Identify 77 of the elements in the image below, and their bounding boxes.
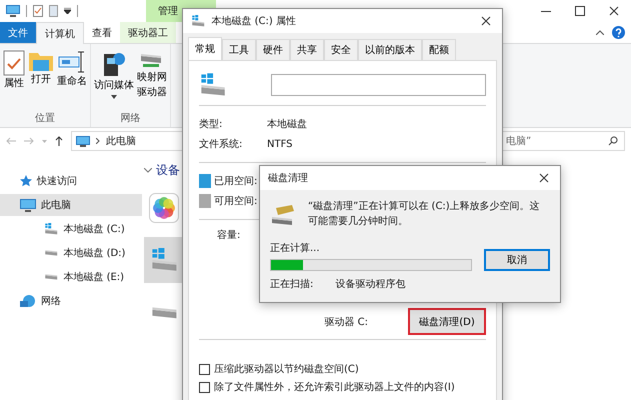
- windows-drive-icon: [44, 223, 58, 235]
- field-value: NTFS: [267, 138, 294, 150]
- computer-icon: [6, 5, 20, 17]
- ribbon-tab[interactable]: 计算机: [36, 22, 84, 44]
- close-icon: [609, 6, 619, 16]
- ribbon-button[interactable]: 访问媒体: [93, 48, 135, 111]
- help-icon[interactable]: [612, 26, 625, 39]
- nav-item[interactable]: 本地磁盘 (D:): [0, 242, 142, 264]
- legend-label: 已用空间:: [214, 174, 258, 188]
- windows-drive-icon: [191, 15, 206, 27]
- checklist-icon: [3, 50, 25, 76]
- computer-icon: [76, 136, 90, 146]
- cleanup-message: “磁盘清理”正在计算可以在 (C:)上释放多少空间。这可能需要几分钟时间。: [308, 200, 540, 228]
- search-icon: [608, 136, 618, 146]
- folder-icon: [28, 50, 54, 72]
- disk-cleanup-icon: [270, 204, 296, 226]
- scan-label: 正在扫描:: [270, 278, 314, 291]
- dialog-tab[interactable]: 共享: [290, 39, 324, 60]
- drive-icon: [44, 249, 58, 257]
- minimize-icon: [541, 10, 551, 12]
- document-icon[interactable]: [49, 5, 58, 17]
- checkbox-label: 压缩此驱动器以节约磁盘空间(C): [214, 362, 359, 376]
- nav-item[interactable]: 本地磁盘 (E:): [0, 266, 142, 288]
- dialog-title: 磁盘清理: [268, 172, 308, 185]
- star-icon: [20, 175, 32, 187]
- nav-item[interactable]: 网络: [0, 290, 142, 312]
- drive-icon: [150, 304, 178, 320]
- checkbox[interactable]: [199, 382, 210, 392]
- field-value: 本地磁盘: [267, 118, 308, 131]
- rename-icon: [58, 50, 86, 74]
- ribbon-button[interactable]: 打开: [27, 48, 55, 111]
- checkbox-label: 除了文件属性外，还允许索引此驱动器上文件的内容(I): [214, 380, 455, 394]
- capacity-label: 容量:: [217, 230, 240, 241]
- chevron-icon: [96, 138, 100, 144]
- group-label: 网络: [120, 112, 140, 125]
- name-field[interactable]: [271, 74, 486, 96]
- ribbon-button[interactable]: 重命名: [56, 48, 88, 111]
- nav-item[interactable]: 本地磁盘 (C:): [0, 218, 142, 240]
- dialog-tab[interactable]: 常规: [188, 37, 222, 60]
- legend-label: 可用空间:: [214, 194, 258, 208]
- maximize-icon: [575, 6, 585, 16]
- dialog-tab[interactable]: 硬件: [256, 39, 290, 60]
- dialog-tab[interactable]: 工具: [222, 39, 256, 60]
- nav-item[interactable]: 快速访问: [0, 170, 142, 192]
- close-icon: [481, 16, 491, 26]
- dialog-tab[interactable]: 安全: [324, 39, 358, 60]
- section-heading: 设备: [156, 162, 180, 179]
- drive-label: 驱动器 C:: [324, 316, 368, 328]
- nav-item[interactable]: 此电脑: [0, 194, 142, 216]
- computer-icon: [20, 198, 36, 212]
- disk-cleanup-button[interactable]: 磁盘清理(D): [408, 308, 486, 335]
- dialog-tab[interactable]: 以前的版本: [358, 39, 422, 60]
- photos-app-icon: [149, 193, 179, 223]
- chevron-icon[interactable]: [144, 168, 152, 173]
- dropdown-icon[interactable]: [64, 8, 71, 14]
- media-server-icon: [102, 50, 126, 78]
- checklist-icon[interactable]: [33, 5, 43, 17]
- ribbon-button[interactable]: 属性: [2, 48, 26, 111]
- ribbon-tab[interactable]: 驱动器工: [120, 22, 176, 43]
- field-label: 类型:: [199, 118, 224, 131]
- network-icon: [20, 294, 36, 308]
- checkbox[interactable]: [199, 364, 210, 374]
- ribbon-button[interactable]: 映射网 驱动器: [136, 48, 168, 111]
- status-text: 正在计算...: [270, 243, 320, 254]
- scan-item: 设备驱动程序包: [335, 278, 406, 291]
- cancel-button[interactable]: 取消: [484, 249, 550, 271]
- ribbon-tab[interactable]: 文件: [0, 22, 36, 43]
- collapse-ribbon-icon[interactable]: [596, 30, 604, 35]
- ribbon-tab[interactable]: 查看: [84, 22, 120, 43]
- group-label: 位置: [35, 112, 55, 125]
- windows-drive-icon: [150, 248, 178, 272]
- drive-icon: [44, 273, 58, 281]
- device-tile[interactable]: [144, 237, 184, 283]
- windows-drive-icon: [199, 73, 228, 97]
- up-icon[interactable]: [55, 136, 63, 146]
- dialog-tab[interactable]: 配额: [422, 39, 456, 60]
- close-icon: [539, 173, 549, 183]
